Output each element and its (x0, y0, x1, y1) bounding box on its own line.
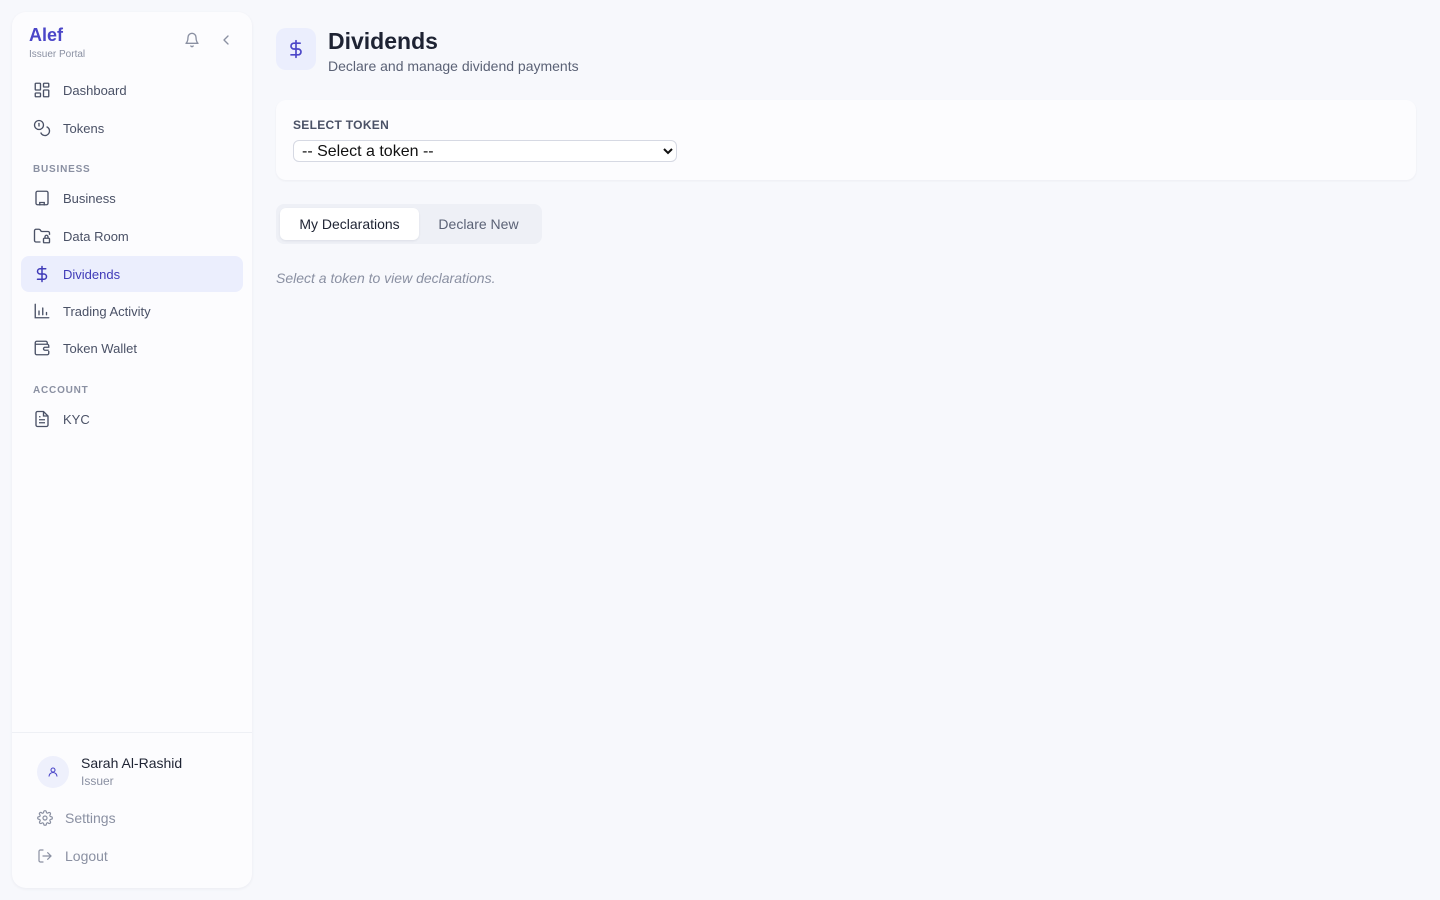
logout-label: Logout (65, 848, 108, 864)
sidebar-item-kyc[interactable]: KYC (21, 401, 243, 437)
page-title: Dividends (328, 28, 438, 54)
sidebar-item-token-wallet[interactable]: Token Wallet (21, 330, 243, 366)
sidebar-item-label: Data Room (63, 228, 129, 244)
coins-icon (33, 119, 51, 137)
sidebar-item-label: Dividends (63, 266, 121, 282)
settings-label: Settings (65, 810, 116, 826)
sidebar-item-label: Tokens (63, 120, 105, 136)
token-select[interactable]: -- Select a token -- (293, 140, 677, 162)
bell-icon[interactable] (184, 32, 200, 48)
bar-chart-icon (33, 302, 51, 320)
gear-icon (37, 810, 53, 826)
chevron-left-icon[interactable] (218, 32, 234, 48)
user-role: Issuer (81, 774, 114, 788)
folder-lock-icon (33, 227, 51, 245)
sidebar-divider (12, 732, 252, 733)
sidebar-item-dashboard[interactable]: Dashboard (21, 72, 243, 108)
sidebar-item-label: KYC (63, 411, 90, 427)
sidebar-item-business[interactable]: Business (21, 180, 243, 216)
user-name: Sarah Al-Rashid (81, 755, 183, 771)
logout-button[interactable]: Logout (37, 848, 108, 864)
section-label-account: ACCOUNT (33, 385, 89, 396)
logout-icon (37, 848, 53, 864)
tab-my-declarations[interactable]: My Declarations (280, 208, 419, 240)
declaration-tabs: My Declarations Declare New (276, 204, 542, 244)
sidebar-item-data-room[interactable]: Data Room (21, 218, 243, 254)
dollar-icon (33, 265, 51, 283)
sidebar-item-label: Token Wallet (63, 340, 137, 356)
dollar-icon (276, 28, 316, 70)
brand-name: Alef (29, 25, 64, 45)
wallet-icon (33, 339, 51, 357)
empty-state-message: Select a token to view declarations. (276, 270, 496, 286)
token-select-card: SELECT TOKEN -- Select a token -- (276, 100, 1416, 180)
sidebar-top-actions (184, 32, 234, 48)
brand-subtitle: Issuer Portal (29, 49, 86, 60)
sidebar-item-dividends[interactable]: Dividends (21, 256, 243, 292)
grid-icon (33, 81, 51, 99)
sidebar-item-tokens[interactable]: Tokens (21, 110, 243, 146)
page-header: Dividends Declare and manage dividend pa… (276, 28, 579, 74)
section-label-business: BUSINESS (33, 164, 91, 175)
brand: Alef Issuer Portal (29, 24, 85, 60)
sidebar-item-label: Trading Activity (63, 303, 151, 319)
settings-button[interactable]: Settings (37, 810, 116, 826)
user-profile[interactable]: Sarah Al-Rashid Issuer (37, 755, 182, 788)
sidebar-item-label: Dashboard (63, 82, 127, 98)
sidebar-item-trading-activity[interactable]: Trading Activity (21, 293, 243, 329)
token-select-label: SELECT TOKEN (293, 118, 390, 132)
avatar (37, 755, 69, 788)
building-icon (33, 189, 51, 207)
document-icon (33, 410, 51, 428)
sidebar-item-label: Business (63, 190, 116, 206)
sidebar: Alef Issuer Portal Dashboard Tokens BUSI… (12, 12, 252, 888)
tab-declare-new[interactable]: Declare New (419, 208, 538, 240)
page-subtitle: Declare and manage dividend payments (328, 58, 579, 74)
